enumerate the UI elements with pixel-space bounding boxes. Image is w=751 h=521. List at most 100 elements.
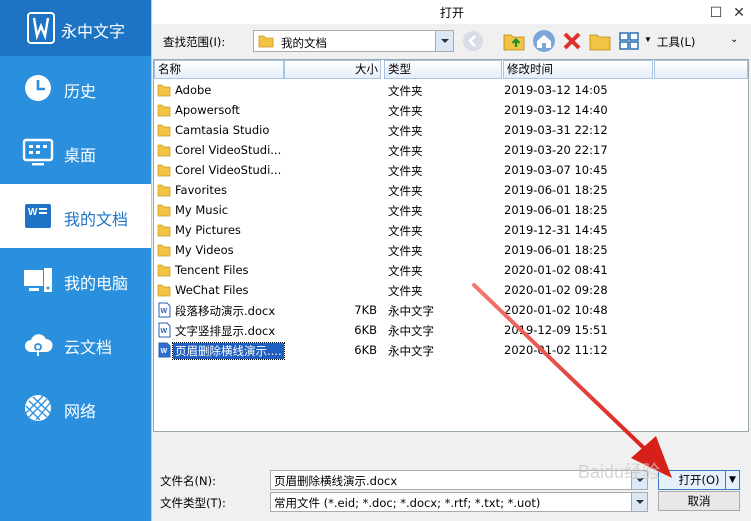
- folder-icon: [157, 184, 171, 197]
- chevron-down-icon[interactable]: [435, 31, 453, 51]
- file-type: 文件夹: [388, 244, 423, 258]
- lookin-combo[interactable]: 我的文档: [253, 30, 454, 52]
- cloud-icon: [25, 334, 53, 356]
- file-name: My Music: [175, 203, 229, 217]
- sidebar-item-history[interactable]: 历史: [0, 56, 151, 120]
- file-size: 6KB: [354, 343, 377, 357]
- file-name: 文字竖排显示.docx: [175, 324, 276, 338]
- file-modified: 2019-12-09 15:51: [504, 323, 608, 337]
- file-type: 文件夹: [388, 284, 423, 298]
- home-icon[interactable]: [532, 29, 556, 53]
- lookin-label: 查找范围(I):: [163, 35, 226, 49]
- folder-icon: [157, 124, 171, 137]
- folder-icon: [157, 204, 171, 217]
- sidebar-item-label: 云文档: [64, 338, 113, 357]
- back-icon[interactable]: [461, 29, 485, 53]
- file-type: 文件夹: [388, 124, 423, 138]
- filetype-label: 文件类型(T):: [160, 496, 226, 510]
- column-header-size[interactable]: 大小: [284, 60, 381, 79]
- app-logo-icon: [27, 12, 55, 44]
- file-row[interactable]: Tencent Files 文件夹 2020-01-02 08:41: [154, 260, 748, 280]
- file-name: Tencent Files: [175, 263, 249, 277]
- sidebar-item-network[interactable]: 网络: [0, 376, 151, 440]
- sidebar-item-label: 历史: [64, 82, 97, 101]
- file-name: Favorites: [175, 183, 227, 197]
- column-header-type[interactable]: 类型: [384, 60, 502, 79]
- file-name: Adobe: [175, 83, 212, 97]
- up-folder-icon[interactable]: [502, 29, 526, 53]
- file-type: 文件夹: [388, 204, 423, 218]
- file-modified: 2019-03-12 14:05: [504, 83, 608, 97]
- file-name: My Pictures: [175, 223, 241, 237]
- maximize-button[interactable]: ☐: [705, 2, 727, 22]
- folder-icon: [157, 264, 171, 277]
- folder-icon: [157, 244, 171, 257]
- open-button-label: 打开(O): [678, 473, 720, 487]
- file-row[interactable]: Apowersoft 文件夹 2019-03-12 14:40: [154, 100, 748, 120]
- close-button[interactable]: ✕: [728, 2, 750, 22]
- file-modified: 2019-06-01 18:25: [504, 203, 608, 217]
- file-row[interactable]: My Music 文件夹 2019-06-01 18:25: [154, 200, 748, 220]
- folder-icon: [157, 224, 171, 237]
- view-menu-icon[interactable]: [617, 29, 641, 53]
- network-icon: [25, 395, 51, 421]
- column-header-name[interactable]: 名称: [154, 60, 284, 79]
- file-row[interactable]: W 页眉删除横线演示.... 6KB 永中文字 2020-01-02 11:12: [154, 340, 748, 360]
- file-type: 文件夹: [388, 144, 423, 158]
- sidebar-item-cloud[interactable]: 云文档: [0, 312, 151, 376]
- file-size: 7KB: [354, 303, 377, 317]
- new-folder-icon[interactable]: [588, 29, 612, 53]
- app-brand: 永中文字: [0, 0, 151, 56]
- file-row[interactable]: Favorites 文件夹 2019-06-01 18:25: [154, 180, 748, 200]
- sidebar-item-my-computer[interactable]: 我的电脑: [0, 248, 151, 312]
- file-modified: 2019-12-31 14:45: [504, 223, 608, 237]
- file-row[interactable]: W 文字竖排显示.docx 6KB 永中文字 2019-12-09 15:51: [154, 320, 748, 340]
- folder-icon: [157, 84, 171, 97]
- file-list-header: 名称 大小 类型 修改时间: [154, 60, 748, 79]
- file-row[interactable]: Corel VideoStudi... 文件夹 2019-03-20 22:17: [154, 140, 748, 160]
- file-name: 页眉删除横线演示....: [172, 342, 285, 360]
- delete-icon[interactable]: [560, 29, 584, 53]
- cancel-button[interactable]: 取消: [658, 491, 740, 511]
- tools-menu[interactable]: 工具(L): [657, 34, 695, 50]
- view-menu-arrow[interactable]: ▼: [644, 35, 652, 44]
- open-button[interactable]: 打开(O) ▼: [658, 470, 740, 490]
- file-list[interactable]: 名称 大小 类型 修改时间 Adobe 文件夹 2019-03-12 14:05 Ap…: [153, 59, 749, 432]
- sidebar-item-my-documents[interactable]: W 我的文档: [0, 184, 151, 248]
- file-modified: 2020-01-02 08:41: [504, 263, 608, 277]
- filename-field[interactable]: 页眉删除横线演示.docx: [270, 470, 648, 490]
- file-row[interactable]: My Pictures 文件夹 2019-12-31 14:45: [154, 220, 748, 240]
- desktop-icon: [22, 138, 54, 166]
- chevron-down-icon[interactable]: [631, 493, 647, 511]
- file-modified: 2019-03-07 10:45: [504, 163, 608, 177]
- file-name: Corel VideoStudi...: [175, 163, 282, 177]
- chevron-down-icon[interactable]: [631, 471, 647, 489]
- file-name: Corel VideoStudi...: [175, 143, 282, 157]
- file-name: Apowersoft: [175, 103, 240, 117]
- column-header-modified[interactable]: 修改时间: [503, 60, 653, 79]
- file-row[interactable]: WeChat Files 文件夹 2020-01-02 09:28: [154, 280, 748, 300]
- file-modified: 2020-01-02 09:28: [504, 283, 608, 297]
- chevron-down-icon[interactable]: ⌄: [730, 34, 738, 45]
- chevron-down-icon[interactable]: ▼: [725, 471, 739, 489]
- file-type: 文件夹: [388, 224, 423, 238]
- file-row[interactable]: Corel VideoStudi... 文件夹 2019-03-07 10:45: [154, 160, 748, 180]
- clock-icon: [25, 75, 51, 101]
- file-modified: 2019-06-01 18:25: [504, 243, 608, 257]
- file-row[interactable]: Adobe 文件夹 2019-03-12 14:05: [154, 80, 748, 100]
- file-row[interactable]: My Videos 文件夹 2019-06-01 18:25: [154, 240, 748, 260]
- file-name: My Videos: [175, 243, 234, 257]
- sidebar-item-desktop[interactable]: 桌面: [0, 120, 151, 184]
- filetype-value: 常用文件 (*.eid; *.doc; *.docx; *.rtf; *.txt…: [274, 496, 541, 510]
- file-size: 6KB: [354, 323, 377, 337]
- filename-label: 文件名(N):: [160, 474, 216, 488]
- folder-icon: [258, 35, 274, 48]
- file-name: 段落移动演示.docx: [175, 304, 276, 318]
- svg-text:W: W: [161, 328, 168, 335]
- file-row[interactable]: W 段落移动演示.docx 7KB 永中文字 2020-01-02 10:48: [154, 300, 748, 320]
- file-type: 文件夹: [388, 84, 423, 98]
- file-row[interactable]: Camtasia Studio 文件夹 2019-03-31 22:12: [154, 120, 748, 140]
- file-modified: 2020-01-02 11:12: [504, 343, 608, 357]
- document-icon: W: [158, 302, 171, 318]
- filetype-select[interactable]: 常用文件 (*.eid; *.doc; *.docx; *.rtf; *.txt…: [270, 492, 648, 512]
